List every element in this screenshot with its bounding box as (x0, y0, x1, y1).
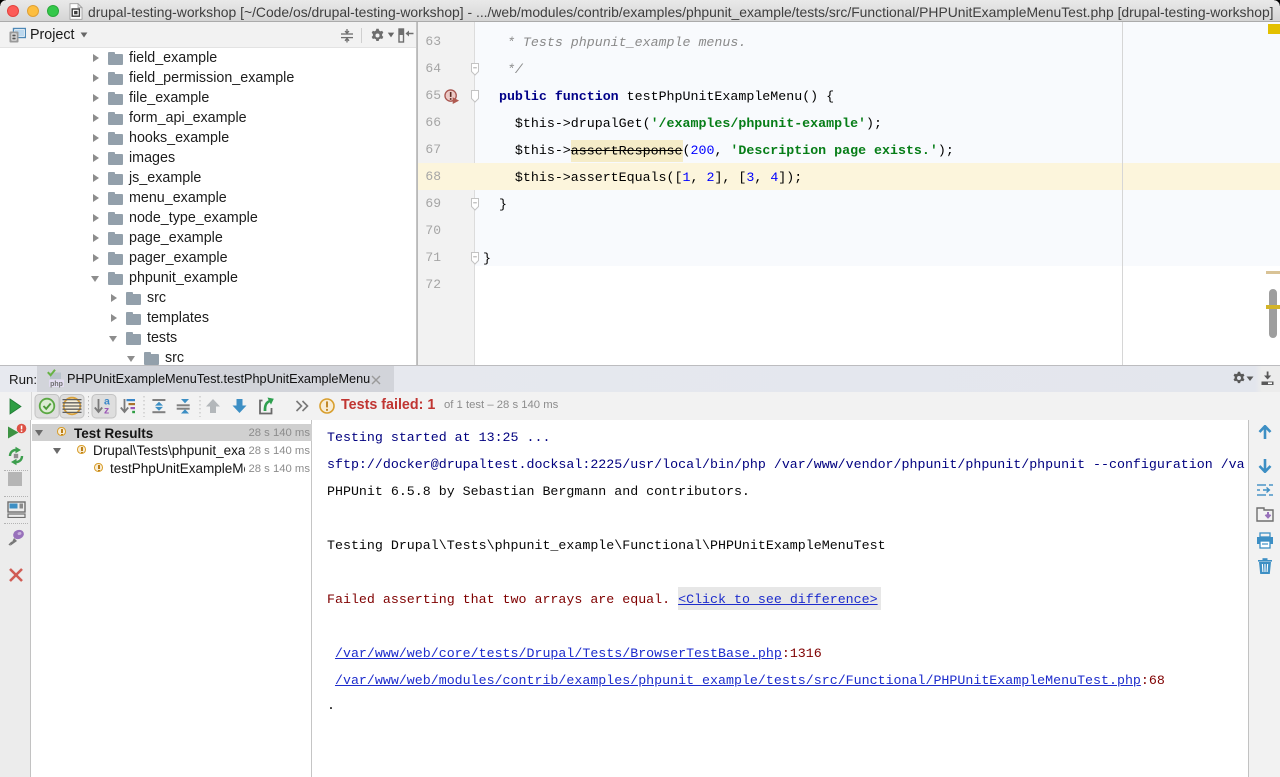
svg-text:z: z (104, 405, 109, 417)
svg-text:php: php (50, 381, 63, 388)
